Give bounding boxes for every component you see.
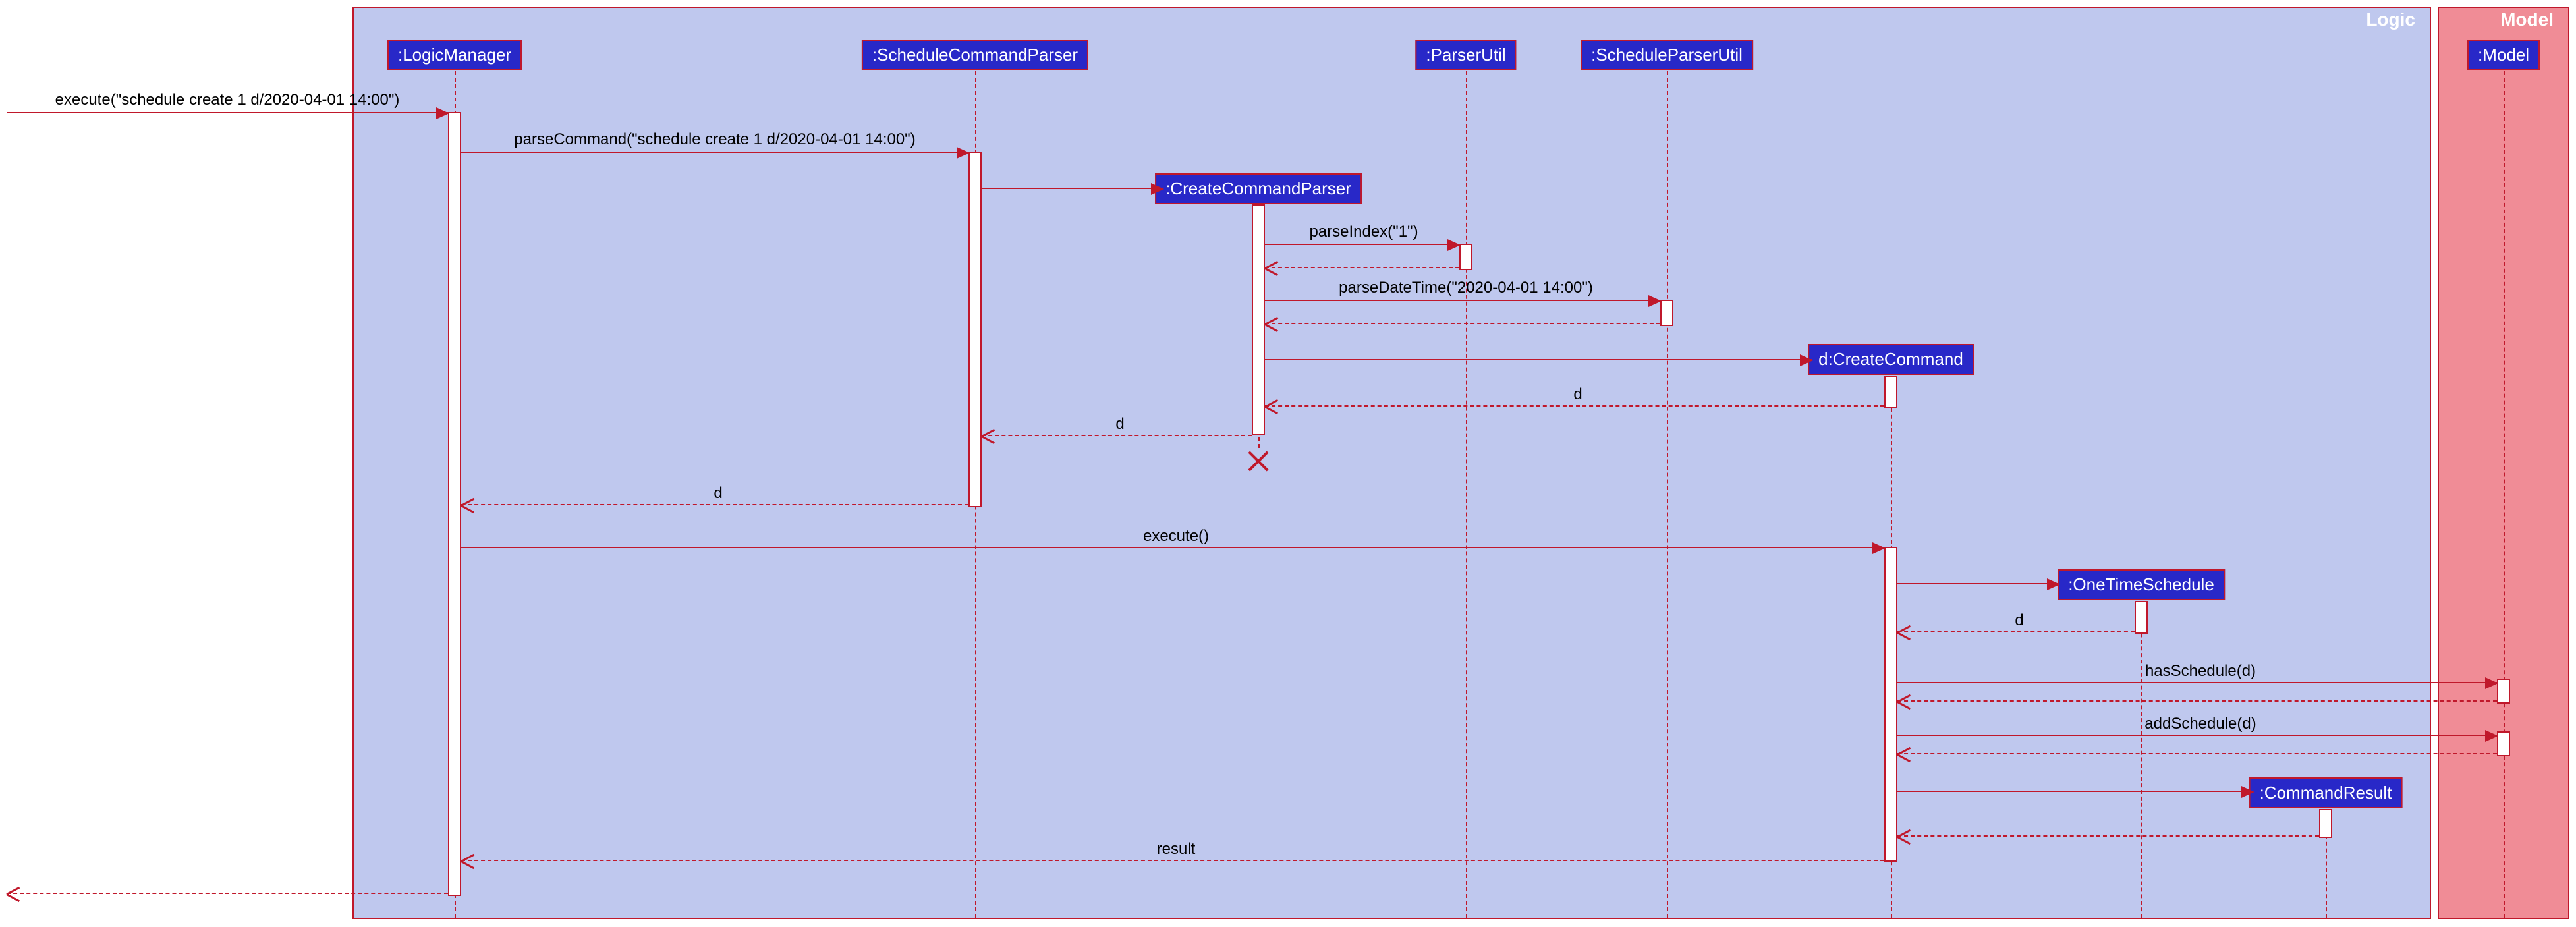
return-command-result <box>1897 835 2319 837</box>
activation-schedule-parser-util <box>1660 300 1673 326</box>
msg-add-schedule-label: addSchedule(d) <box>2144 715 2256 733</box>
lifeline-model <box>2504 71 2505 918</box>
return-scp-to-lm-d-label: d <box>714 484 722 503</box>
lifeline-parser-util <box>1466 71 1467 918</box>
msg-parse-datetime-label: parseDateTime("2020-04-01 14:00") <box>1339 279 1593 297</box>
participant-schedule-parser-util: :ScheduleParserUtil <box>1581 40 1753 70</box>
return-onetimeschedule-d <box>1897 631 2135 632</box>
msg-parse-datetime <box>1265 300 1660 301</box>
msg-create-create-command-parser <box>982 188 1163 189</box>
return-ccp-to-scp-d-label: d <box>1115 415 1124 434</box>
lifeline-schedule-parser-util <box>1667 71 1668 918</box>
participant-parser-util: :ParserUtil <box>1415 40 1516 70</box>
activation-model-1 <box>2497 679 2510 704</box>
participant-command-result: :CommandResult <box>2249 777 2403 808</box>
msg-parse-command <box>461 152 968 153</box>
activation-command-result <box>2319 809 2332 838</box>
participant-create-command: d:CreateCommand <box>1808 344 1974 375</box>
activation-create-command-1 <box>1884 376 1897 408</box>
return-external <box>7 893 448 894</box>
frame-logic-label: Logic <box>2351 8 2430 34</box>
return-create-command-d <box>1265 405 1884 407</box>
return-result-label: result <box>1157 840 1196 858</box>
return-create-command-d-label: d <box>1573 385 1582 404</box>
lifeline-one-time-schedule <box>2141 601 2142 918</box>
activation-parser-util <box>1459 244 1472 270</box>
return-add-schedule <box>1897 753 2497 754</box>
msg-create-command-result <box>1897 791 2253 792</box>
msg-parse-index-label: parseIndex("1") <box>1309 223 1418 241</box>
activation-schedule-command-parser <box>968 152 982 507</box>
return-parse-datetime <box>1265 323 1660 324</box>
frame-model-label: Model <box>2486 8 2568 34</box>
participant-logic-manager: :LogicManager <box>387 40 522 70</box>
return-has-schedule <box>1897 700 2497 702</box>
participant-create-command-parser: :CreateCommandParser <box>1155 173 1362 204</box>
activation-logic-manager <box>448 112 461 896</box>
msg-has-schedule-label: hasSchedule(d) <box>2145 662 2256 681</box>
msg-create-onetimeschedule <box>1897 583 2059 584</box>
participant-one-time-schedule: :OneTimeSchedule <box>2058 569 2225 600</box>
msg-execute2 <box>461 547 1884 548</box>
msg-create-create-command <box>1265 359 1812 360</box>
msg-has-schedule <box>1897 682 2497 683</box>
sequence-diagram: Logic Model :LogicManager :ScheduleComma… <box>0 0 2576 927</box>
activation-create-command-parser <box>1252 204 1265 435</box>
return-ccp-to-scp-d <box>982 435 1252 436</box>
msg-execute <box>7 112 448 113</box>
participant-model: :Model <box>2467 40 2540 70</box>
msg-add-schedule <box>1897 735 2497 736</box>
return-scp-to-lm-d <box>461 504 968 505</box>
msg-parse-command-label: parseCommand("schedule create 1 d/2020-0… <box>514 130 915 149</box>
return-parse-index <box>1265 267 1459 268</box>
return-onetimeschedule-d-label: d <box>2015 611 2023 630</box>
activation-one-time-schedule <box>2135 601 2148 634</box>
msg-execute-label: execute("schedule create 1 d/2020-04-01 … <box>55 91 400 109</box>
activation-create-command-2 <box>1884 547 1897 862</box>
destroy-create-command-parser <box>1245 448 1272 474</box>
msg-parse-index <box>1265 244 1459 245</box>
participant-schedule-command-parser: :ScheduleCommandParser <box>862 40 1088 70</box>
msg-execute2-label: execute() <box>1143 527 1209 546</box>
return-result <box>461 860 1884 861</box>
activation-model-2 <box>2497 731 2510 756</box>
